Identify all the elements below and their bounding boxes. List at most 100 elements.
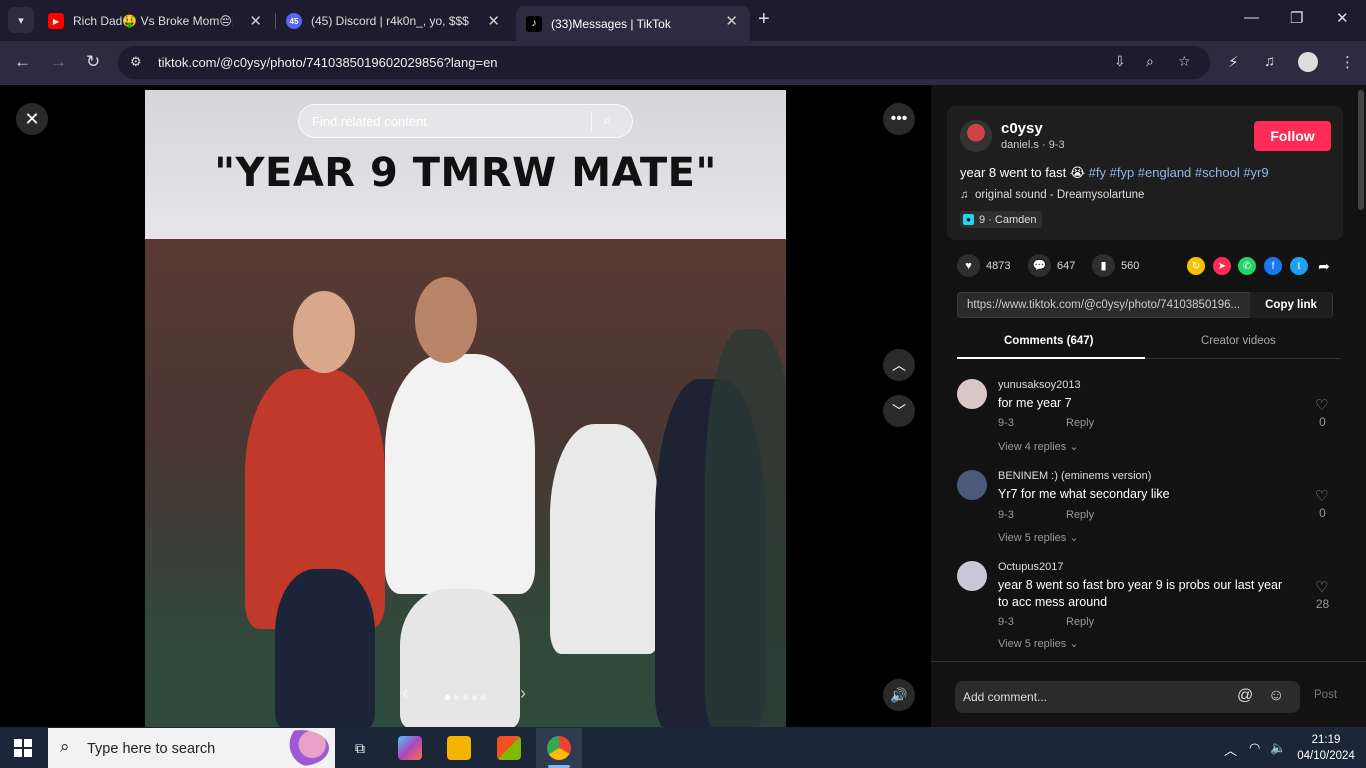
reply-button[interactable]: Reply: [1066, 417, 1094, 429]
close-window-icon[interactable]: ✕: [1336, 9, 1349, 27]
copilot-icon[interactable]: [398, 736, 422, 760]
close-tab-icon[interactable]: ✕: [249, 12, 262, 30]
reload-icon[interactable]: ↻: [86, 52, 100, 72]
chevron-down-icon[interactable]: ﹀: [883, 395, 915, 427]
omnibox[interactable]: ⚙ tiktok.com/@c0ysy/photo/74103850196020…: [118, 46, 1210, 79]
microsoft-store-icon[interactable]: [497, 736, 521, 760]
speaker-icon[interactable]: 🔈: [1270, 740, 1286, 756]
sound-name[interactable]: original sound - Dreamysolartune: [975, 189, 1144, 201]
facebook-icon[interactable]: f: [1264, 257, 1282, 275]
twitter-icon[interactable]: t: [1290, 257, 1308, 275]
close-tab-icon[interactable]: ✕: [487, 12, 500, 30]
slide-dot[interactable]: [445, 695, 450, 700]
tab-youtube[interactable]: ▶ Rich Dad🤑 Vs Broke Mom😔| ✕: [38, 6, 274, 36]
like-heart-icon[interactable]: ♡: [1315, 578, 1328, 596]
hashtags[interactable]: #fy #fyp #england #school #yr9: [1089, 165, 1269, 180]
volume-icon[interactable]: 🔊: [883, 679, 915, 711]
task-view-icon[interactable]: ⧉: [348, 736, 372, 760]
tab-comments[interactable]: Comments (647): [1004, 335, 1093, 347]
slide-dot[interactable]: [481, 695, 486, 700]
emoji-icon[interactable]: ☺: [1268, 687, 1284, 705]
post-comment-button[interactable]: Post: [1314, 689, 1337, 701]
tab-discord[interactable]: 45 (45) Discord | r4k0n_, yo, $$$ ✕: [276, 6, 512, 36]
commenter-avatar[interactable]: [957, 470, 987, 500]
forward-icon[interactable]: →: [50, 52, 67, 72]
view-replies-link[interactable]: View 4 replies ⌄: [998, 440, 1079, 453]
photo-slide[interactable]: "YEAR 9 TMRW MATE" Find related content …: [145, 90, 786, 727]
commenter-avatar[interactable]: [957, 379, 987, 409]
file-explorer-icon[interactable]: [447, 736, 471, 760]
slide-dot[interactable]: [472, 695, 477, 700]
like-heart-icon[interactable]: ♡: [1315, 396, 1328, 414]
chevron-up-icon[interactable]: ︿: [883, 349, 915, 381]
tab-creator-videos[interactable]: Creator videos: [1201, 335, 1276, 347]
chrome-icon[interactable]: [547, 736, 571, 760]
more-options-icon[interactable]: •••: [883, 103, 915, 135]
tab-search-button[interactable]: ▾: [8, 7, 34, 33]
search-icon[interactable]: ⌕: [603, 112, 611, 129]
save-stat[interactable]: ▮ 560: [1092, 254, 1139, 277]
post-link[interactable]: https://www.tiktok.com/@c0ysy/photo/7410…: [967, 299, 1252, 311]
share-arrow-icon[interactable]: ➦: [1315, 257, 1333, 275]
media-controls-icon[interactable]: ♫: [1264, 53, 1275, 70]
taskbar-search-box[interactable]: ⌕ Type here to search: [48, 728, 335, 768]
add-comment-input[interactable]: Add comment... @ ☺: [955, 681, 1300, 713]
chevron-up-icon[interactable]: ︿: [1224, 740, 1237, 759]
view-replies-text[interactable]: View 4 replies: [998, 441, 1066, 453]
view-replies-link[interactable]: View 5 replies ⌄: [998, 637, 1079, 650]
zoom-icon[interactable]: ⌕: [1146, 53, 1154, 70]
close-viewer-button[interactable]: ✕: [16, 103, 48, 135]
commenter-name[interactable]: yunusaksoy2013: [998, 379, 1081, 391]
next-slide-icon[interactable]: ›: [520, 683, 526, 704]
close-tab-icon[interactable]: ✕: [725, 12, 738, 30]
restore-icon[interactable]: ❐: [1290, 9, 1303, 27]
related-search-bar[interactable]: Find related content ⌕: [298, 104, 633, 138]
extensions-icon[interactable]: ⚡: [1228, 53, 1239, 71]
commenter-avatar[interactable]: [957, 561, 987, 591]
panel-scrollbar[interactable]: [1358, 90, 1364, 210]
whatsapp-icon[interactable]: ✆: [1238, 257, 1256, 275]
reply-button[interactable]: Reply: [1066, 616, 1094, 628]
minimize-icon[interactable]: —: [1244, 9, 1259, 26]
taskbar-clock[interactable]: 21:19 04/10/2024: [1290, 732, 1362, 764]
view-replies-link[interactable]: View 5 replies ⌄: [998, 531, 1079, 544]
install-app-icon[interactable]: ⇩: [1114, 53, 1126, 70]
commenter-name[interactable]: Octupus2017: [998, 561, 1063, 573]
new-tab-button[interactable]: +: [758, 8, 770, 31]
wifi-icon[interactable]: ◠: [1249, 740, 1260, 756]
like-heart-icon[interactable]: ♡: [1315, 487, 1328, 505]
copy-link-button[interactable]: Copy link: [1250, 292, 1332, 318]
prev-slide-icon[interactable]: ‹: [402, 683, 408, 704]
reply-button[interactable]: Reply: [1066, 509, 1094, 521]
comment-stat[interactable]: 💬 647: [1028, 254, 1075, 277]
mention-icon[interactable]: @: [1237, 687, 1253, 705]
follow-button[interactable]: Follow: [1254, 121, 1331, 151]
back-icon[interactable]: ←: [14, 52, 31, 72]
comment-icon[interactable]: 💬: [1028, 254, 1051, 277]
view-replies-text[interactable]: View 5 replies: [998, 532, 1066, 544]
youtube-icon: ▶: [48, 13, 64, 29]
view-replies-text[interactable]: View 5 replies: [998, 638, 1066, 650]
like-stat[interactable]: ♥ 4873: [957, 254, 1010, 277]
post-sound[interactable]: ♫ original sound - Dreamysolartune: [960, 189, 1144, 201]
url-text[interactable]: tiktok.com/@c0ysy/photo/7410385019602029…: [158, 55, 498, 70]
author-username[interactable]: c0ysy: [1001, 120, 1043, 137]
windows-start-icon[interactable]: [14, 739, 32, 757]
repost-icon[interactable]: ↻: [1187, 257, 1205, 275]
slide-dot[interactable]: [463, 695, 468, 700]
taskbar-search-text[interactable]: Type here to search: [87, 741, 215, 757]
tab-tiktok[interactable]: ♪ (33)Messages | TikTok ✕: [516, 6, 750, 41]
menu-kebab-icon[interactable]: ⋮: [1340, 53, 1355, 71]
location-tag[interactable]: ● 9 · Camden: [960, 211, 1043, 228]
heart-icon[interactable]: ♥: [957, 254, 980, 277]
comment-placeholder[interactable]: Add comment...: [963, 690, 1047, 704]
slide-dot[interactable]: [454, 695, 459, 700]
author-avatar[interactable]: [960, 120, 992, 152]
bookmark-icon[interactable]: ▮: [1092, 254, 1115, 277]
bookmark-star-icon[interactable]: ☆: [1178, 53, 1191, 70]
send-icon[interactable]: ➤: [1213, 257, 1231, 275]
commenter-name[interactable]: BENINEM :) (eminems version): [998, 470, 1151, 482]
site-info-icon[interactable]: ⚙: [130, 54, 142, 70]
clock-time: 21:19: [1311, 734, 1341, 746]
profile-avatar[interactable]: [1298, 52, 1318, 72]
